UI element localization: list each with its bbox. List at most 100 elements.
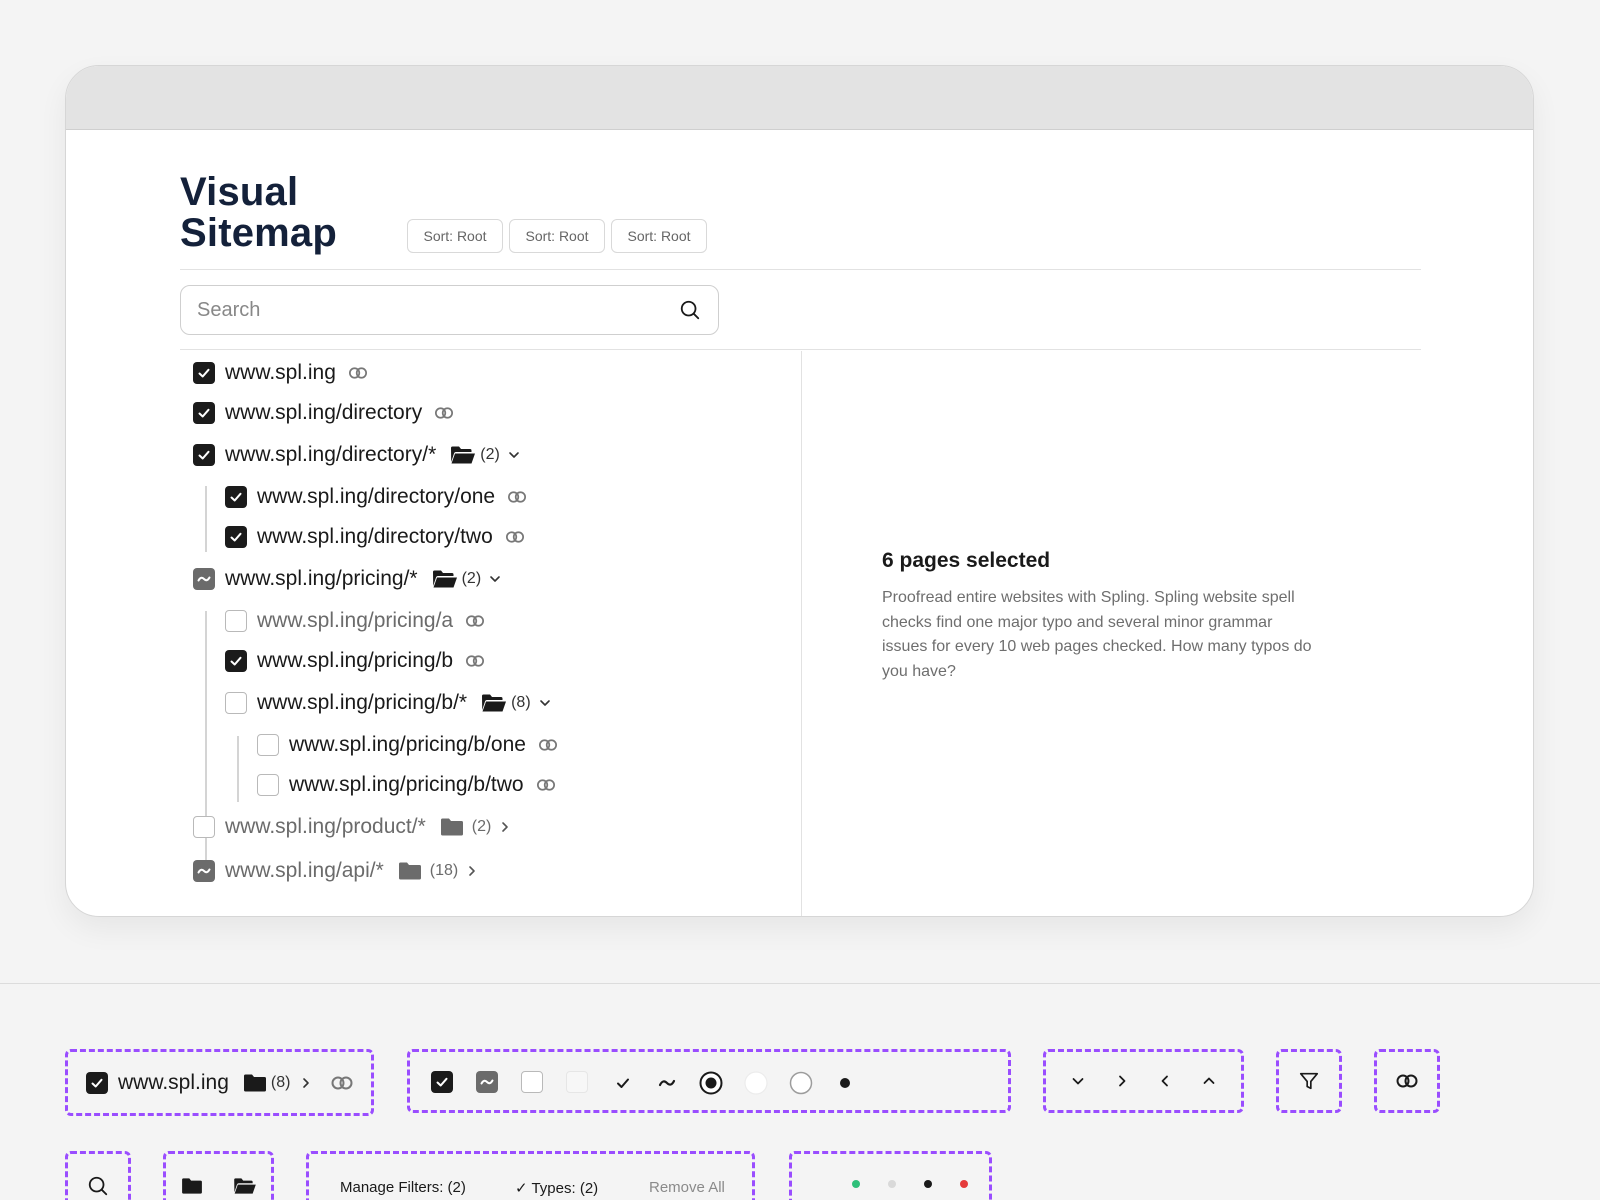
chevron-right-icon[interactable] [466, 865, 478, 877]
chevron-down-icon[interactable] [539, 697, 551, 709]
components-divider [0, 983, 1600, 984]
link-icon[interactable] [348, 367, 368, 379]
search-divider [180, 349, 1421, 350]
folder-open-icon [432, 569, 458, 589]
folder-count: (2) [461, 570, 482, 587]
search-icon[interactable] [678, 298, 702, 322]
tree-row-label: www.spl.ing/pricing/a [257, 609, 454, 632]
types-filter-chip[interactable]: ✓ Types: (2) [515, 1179, 598, 1197]
filter-icon[interactable] [1297, 1069, 1321, 1093]
sort-button-1[interactable]: Sort: Root [407, 219, 503, 253]
search-input[interactable] [197, 298, 678, 322]
tree-row[interactable]: www.spl.ing/pricing/b/* (8) [225, 688, 551, 718]
chevron-right-icon[interactable] [1110, 1069, 1134, 1093]
checkbox-checked[interactable] [86, 1071, 108, 1094]
checkbox-empty[interactable] [193, 816, 215, 838]
chevron-down-icon[interactable] [1066, 1069, 1090, 1093]
tree-row[interactable]: www.spl.ing/pricing/b [225, 646, 485, 676]
tree-row-label: www.spl.ing/pricing/b/one [289, 733, 526, 756]
chevron-right-icon[interactable] [499, 821, 511, 833]
checkbox-checked[interactable] [193, 402, 215, 424]
selection-title: 6 pages selected [882, 549, 1051, 572]
search-box[interactable] [180, 285, 719, 335]
sample-row-count: (8) [270, 1073, 291, 1091]
tree-row[interactable]: www.spl.ing/directory/one [225, 482, 527, 512]
check-mark-icon [611, 1071, 635, 1095]
link-icon[interactable] [505, 531, 525, 543]
tree-guide-directory [205, 486, 207, 552]
radio-empty-icon[interactable] [744, 1071, 768, 1095]
component-filter [1276, 1049, 1342, 1113]
tree-row-label: www.spl.ing/directory/two [257, 525, 493, 548]
radio-empty-bordered-icon[interactable] [789, 1071, 813, 1095]
panel-divider [801, 351, 802, 916]
checkbox-empty[interactable] [225, 692, 247, 714]
component-filter-bar: Manage Filters: (2) ✓ Types: (2) Remove … [306, 1151, 755, 1200]
folder-count: (18) [429, 862, 459, 879]
checkbox-empty[interactable] [257, 734, 279, 756]
window-titlebar [66, 66, 1533, 130]
folder-closed-icon [243, 1071, 267, 1095]
tree-row-label: www.spl.ing [225, 361, 336, 384]
folder-closed-icon [398, 861, 422, 881]
manage-filters-button[interactable]: Manage Filters: (2) [340, 1179, 466, 1196]
page-title-line2: Sitemap [180, 211, 338, 255]
tree-row[interactable]: www.spl.ing/product/* (2) [193, 812, 511, 842]
checkbox-partial[interactable] [193, 860, 215, 882]
tree-row[interactable]: www.spl.ing/directory [193, 398, 454, 428]
checkbox-partial-swatch[interactable] [476, 1071, 498, 1093]
checkbox-empty-swatch[interactable] [521, 1071, 543, 1093]
component-link [1374, 1049, 1440, 1113]
checkbox-checked[interactable] [193, 362, 215, 384]
checkbox-partial[interactable] [193, 568, 215, 590]
link-icon[interactable] [330, 1071, 354, 1095]
tree-row[interactable]: www.spl.ing [193, 358, 368, 388]
component-search [65, 1151, 131, 1200]
sort-button-3[interactable]: Sort: Root [611, 219, 707, 253]
tree-row[interactable]: www.spl.ing/directory/two [225, 522, 525, 552]
checkbox-checked[interactable] [225, 526, 247, 548]
component-chevrons [1043, 1049, 1244, 1113]
chevron-down-icon[interactable] [508, 449, 520, 461]
checkbox-checked[interactable] [193, 444, 215, 466]
tree-row-label: www.spl.ing/pricing/b/two [289, 773, 524, 796]
folder-open-icon [233, 1174, 257, 1198]
tree-row[interactable]: www.spl.ing/directory/* (2) [193, 440, 520, 470]
chevron-right-icon[interactable] [294, 1071, 318, 1095]
tree-row[interactable]: www.spl.ing/api/* (18) [193, 856, 478, 886]
tree-row[interactable]: www.spl.ing/pricing/a [225, 606, 485, 636]
link-icon[interactable] [465, 655, 485, 667]
link-icon[interactable] [536, 779, 556, 791]
link-icon[interactable] [507, 491, 527, 503]
checkbox-checked[interactable] [225, 486, 247, 508]
status-dot-gray [888, 1180, 896, 1188]
sample-row-label: www.spl.ing [118, 1070, 229, 1094]
chevron-left-icon[interactable] [1153, 1069, 1177, 1093]
folder-count: (2) [471, 818, 492, 835]
page-title: Visual Sitemap [180, 172, 337, 254]
remove-all-button[interactable]: Remove All [649, 1179, 725, 1196]
checkbox-checked-swatch[interactable] [431, 1071, 453, 1093]
component-status-dots [789, 1151, 992, 1200]
bullet-icon [833, 1071, 857, 1095]
checkbox-empty[interactable] [257, 774, 279, 796]
checkbox-checked[interactable] [225, 650, 247, 672]
link-icon[interactable] [538, 739, 558, 751]
link-icon[interactable] [1395, 1069, 1419, 1093]
tree-row[interactable]: www.spl.ing/pricing/b/one [257, 730, 558, 760]
tree-row[interactable]: www.spl.ing/pricing/* (2) [193, 564, 501, 594]
radio-selected-icon[interactable] [699, 1071, 723, 1095]
tree-row-label: www.spl.ing/pricing/b [257, 649, 454, 672]
search-icon[interactable] [86, 1174, 110, 1198]
link-icon[interactable] [465, 615, 485, 627]
tree-row-label: www.spl.ing/directory/one [257, 485, 496, 508]
tree-row[interactable]: www.spl.ing/pricing/b/two [257, 770, 556, 800]
folder-closed-icon [440, 817, 464, 837]
tree-row-label: www.spl.ing/pricing/* [225, 567, 418, 590]
checkbox-empty[interactable] [225, 610, 247, 632]
tree-row-label: www.spl.ing/pricing/b/* [257, 691, 468, 714]
link-icon[interactable] [434, 407, 454, 419]
chevron-down-icon[interactable] [489, 573, 501, 585]
chevron-up-icon[interactable] [1197, 1069, 1221, 1093]
sort-button-2[interactable]: Sort: Root [509, 219, 605, 253]
